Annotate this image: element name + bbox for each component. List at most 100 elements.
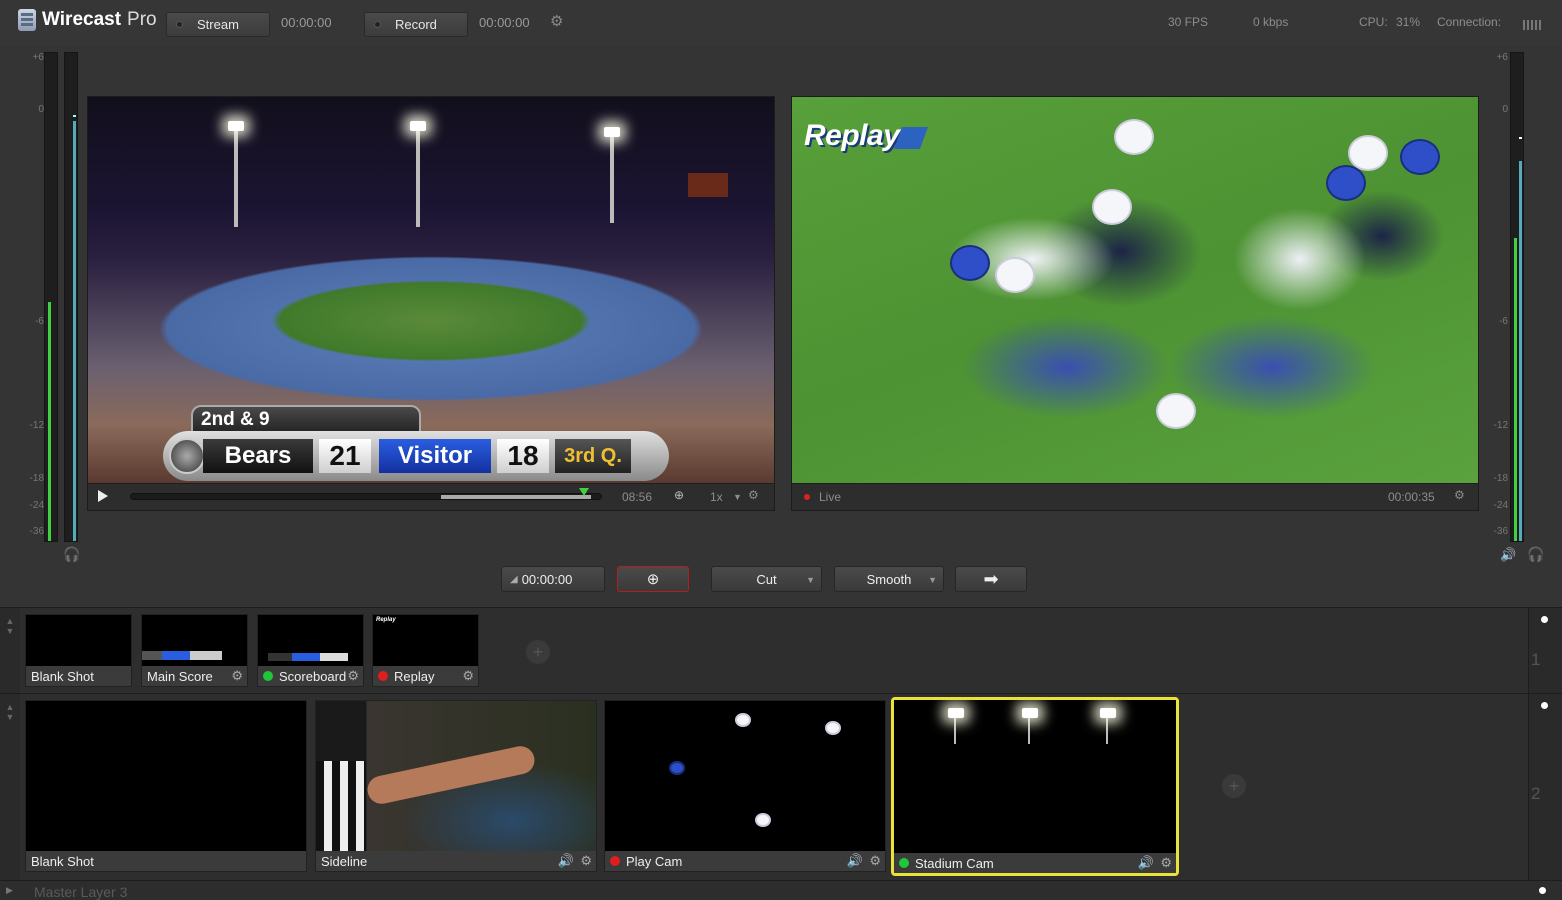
left-vu-meter <box>44 52 58 542</box>
away-team-score: 18 <box>497 439 549 473</box>
shot-label: Blank Shot <box>26 851 306 871</box>
shot-name: Scoreboard <box>279 668 347 684</box>
shot-settings-gear-icon[interactable]: ⚙ <box>1160 855 1172 871</box>
preview-video[interactable]: 2nd & 9 Bears 21 Visitor 18 3rd Q. <box>88 97 774 483</box>
stadium-light <box>228 121 244 227</box>
stream-label: Stream <box>197 17 239 32</box>
speaker-icon[interactable]: 🔊 <box>1500 547 1516 563</box>
shot-replay[interactable]: Replay Replay ⚙ <box>372 614 479 687</box>
snapshot-button[interactable]: ⊕ <box>617 566 689 592</box>
layer-reorder-icon[interactable]: ▲ ▼ <box>0 608 20 693</box>
shot-blank[interactable]: Blank Shot <box>25 614 132 687</box>
layer-visibility-icon[interactable] <box>1541 616 1548 623</box>
fps-readout: 30 FPS <box>1168 15 1209 29</box>
status-dot-icon <box>263 671 273 681</box>
master-layer-3-header[interactable]: ▶ Master Layer 3 <box>0 880 1562 900</box>
player-helmet <box>755 813 771 827</box>
transition-timecode-field[interactable]: ◢ 00:00:00 <box>501 566 605 592</box>
shot-name: Play Cam <box>626 853 683 869</box>
transition-smooth-select[interactable]: Smooth ▼ <box>834 566 944 592</box>
preview-scrubber[interactable] <box>130 488 602 500</box>
home-team-score: 21 <box>319 439 371 473</box>
right-vu-level <box>1514 238 1517 541</box>
output-settings-gear-icon[interactable]: ⚙ <box>550 12 563 30</box>
top-toolbar: Wirecast Pro Stream 00:00:00 Record 00:0… <box>0 0 1562 46</box>
shot-layer-2: ▲ ▼ Blank Shot Sideline 🔊 ⚙ Play Cam 🔊 ⚙… <box>0 693 1562 880</box>
shot-stadium-cam[interactable]: Stadium Cam 🔊 ⚙ <box>891 697 1179 876</box>
stadium-light <box>948 708 964 744</box>
add-shot-plus-icon[interactable]: + <box>526 640 550 664</box>
player-helmet <box>950 245 990 281</box>
zoom-icon[interactable]: ⊕ <box>674 488 684 502</box>
right-vu-meter <box>1510 52 1524 542</box>
player-helmet <box>1326 165 1366 201</box>
stream-button[interactable]: Stream <box>166 12 270 37</box>
vu-tick: +6 <box>32 52 44 63</box>
down-and-distance: 2nd & 9 <box>191 405 421 433</box>
preview-settings-gear-icon[interactable]: ⚙ <box>748 488 759 502</box>
transition-cut-select[interactable]: Cut ▼ <box>711 566 822 592</box>
record-button[interactable]: Record <box>364 12 468 37</box>
shot-audio-speaker-icon[interactable]: 🔊 <box>558 853 574 869</box>
player-helmet <box>1092 189 1132 225</box>
go-transition-button[interactable]: ➡ <box>955 566 1027 592</box>
right-vu-scale: +6 0 -6 -12 -18 -24 -36 <box>1486 52 1508 542</box>
left-vu-scale: +6 0 -6 -12 -18 -24 -36 <box>22 52 44 542</box>
shot-settings-gear-icon[interactable]: ⚙ <box>347 668 359 684</box>
mini-scorebar <box>268 653 348 661</box>
right-vu-level-2 <box>1519 161 1522 541</box>
playhead-icon[interactable] <box>579 488 589 496</box>
app-logo: Wirecast Pro <box>18 9 157 31</box>
layer-reorder-icon[interactable]: ▲ ▼ <box>0 694 20 880</box>
shot-main-score[interactable]: Main Score ⚙ <box>141 614 248 687</box>
layer-visibility-icon[interactable] <box>1541 702 1548 709</box>
shot-settings-gear-icon[interactable]: ⚙ <box>462 668 474 684</box>
vu-tick: -18 <box>1493 473 1508 484</box>
shot-name: Stadium Cam <box>915 855 994 871</box>
mini-replay-tag: Replay <box>376 617 396 623</box>
right-headphones-icon[interactable]: 🎧 <box>1527 546 1544 563</box>
record-label: Record <box>395 17 437 32</box>
left-headphones-icon[interactable]: 🎧 <box>63 546 80 563</box>
vu-tick: -18 <box>29 473 44 484</box>
shot-audio-speaker-icon[interactable]: 🔊 <box>1138 855 1154 871</box>
shot-thumbnail: Replay <box>373 615 478 666</box>
live-settings-gear-icon[interactable]: ⚙ <box>1454 488 1465 502</box>
layer-visibility-icon[interactable] <box>1539 887 1546 894</box>
away-team-name: Visitor <box>379 439 491 473</box>
cpu-label: CPU: <box>1359 15 1388 29</box>
layer-2-controls: 2 <box>1528 694 1562 880</box>
shot-sideline[interactable]: Sideline 🔊 ⚙ <box>315 700 597 872</box>
left-vu-level-2 <box>73 121 76 541</box>
vu-tick: -6 <box>1499 316 1508 327</box>
status-dot-icon <box>899 858 909 868</box>
speed-select[interactable]: 1x <box>710 490 723 504</box>
speed-chevron-down-icon[interactable]: ▼ <box>733 492 742 502</box>
shot-name: Main Score <box>147 668 213 684</box>
cpu-value: 31% <box>1396 15 1421 29</box>
layer-number: 2 <box>1531 784 1541 803</box>
add-shot-plus-icon[interactable]: + <box>1222 774 1246 798</box>
shot-label: Main Score ⚙ <box>142 666 247 686</box>
shot-blank-2[interactable]: Blank Shot <box>25 700 307 872</box>
referee-arm <box>364 743 538 807</box>
shot-settings-gear-icon[interactable]: ⚙ <box>869 853 881 869</box>
preview-transport-bar: 08:56 ⊕ 1x ▼ ⚙ <box>88 483 774 510</box>
quarter-label: 3rd Q. <box>555 439 631 473</box>
shot-play-cam[interactable]: Play Cam 🔊 ⚙ <box>604 700 886 872</box>
shot-label: Play Cam 🔊 ⚙ <box>605 851 885 871</box>
play-icon[interactable] <box>98 490 108 502</box>
shot-scoreboard[interactable]: Scoreboard ⚙ <box>257 614 364 687</box>
vu-tick: -24 <box>1493 500 1508 511</box>
shot-settings-gear-icon[interactable]: ⚙ <box>580 853 592 869</box>
mini-scorebar <box>142 651 222 660</box>
shot-thumbnail <box>26 701 306 851</box>
player-helmet <box>995 257 1035 293</box>
live-status-bar: Live 00:00:35 ⚙ <box>792 483 1478 510</box>
shot-thumbnail <box>605 701 885 851</box>
shot-audio-speaker-icon[interactable]: 🔊 <box>847 853 863 869</box>
shot-settings-gear-icon[interactable]: ⚙ <box>231 668 243 684</box>
disclosure-triangle-icon[interactable]: ▶ <box>6 885 13 896</box>
live-panel: Replay Live 00:00:35 ⚙ <box>791 96 1479 511</box>
status-dot-icon <box>610 856 620 866</box>
